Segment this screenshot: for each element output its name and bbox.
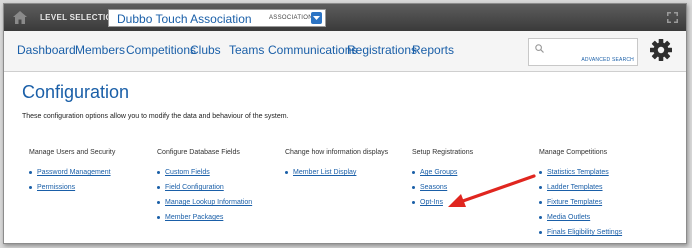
level-type-label: ASSOCIATION	[269, 15, 313, 21]
section-competitions: Manage Competitions Statistics Templates…	[539, 149, 622, 243]
nav-dashboard[interactable]: Dashboard	[17, 43, 76, 57]
chevron-down-icon	[313, 16, 320, 20]
config-link[interactable]: Media Outlets	[539, 214, 622, 229]
nav-teams[interactable]: Teams	[229, 43, 264, 57]
nav-reports[interactable]: Reports	[412, 43, 454, 57]
section-heading: Change how information displays	[285, 149, 389, 156]
section-heading: Setup Registrations	[412, 149, 474, 156]
config-link[interactable]: Field Configuration	[157, 184, 252, 199]
section-users-security: Manage Users and Security Password Manag…	[29, 149, 115, 199]
section-information-display: Change how information displays Member L…	[285, 149, 388, 184]
level-selector-value: Dubbo Touch Association	[117, 12, 252, 26]
config-link[interactable]: Manage Lookup Information	[157, 199, 252, 214]
config-link[interactable]: Ladder Templates	[539, 184, 622, 199]
nav-members[interactable]: Members	[75, 43, 125, 57]
config-link[interactable]: Member List Display	[285, 169, 388, 184]
search-input[interactable]: ADVANCED SEARCH	[528, 38, 638, 66]
expand-icon[interactable]	[667, 12, 678, 23]
home-icon[interactable]	[13, 11, 27, 24]
search-icon	[535, 44, 544, 53]
red-arrow-icon	[448, 174, 536, 207]
app-window: LEVEL SELECTION Dubbo Touch Association …	[3, 3, 687, 244]
config-link[interactable]: Member Packages	[157, 214, 252, 229]
config-link[interactable]: Custom Fields	[157, 169, 252, 184]
section-heading: Manage Users and Security	[29, 149, 116, 156]
level-selector[interactable]: Dubbo Touch Association ASSOCIATION	[108, 9, 326, 27]
section-database-fields: Configure Database Fields Custom Fields …	[157, 149, 252, 229]
advanced-search-link[interactable]: ADVANCED SEARCH	[581, 57, 634, 63]
level-selection-bar: LEVEL SELECTION Dubbo Touch Association …	[4, 4, 686, 31]
level-dropdown-button[interactable]	[311, 12, 322, 24]
config-link[interactable]: Statistics Templates	[539, 169, 622, 184]
page-title: Configuration	[22, 82, 130, 102]
nav-communications[interactable]: Communications	[268, 43, 357, 57]
config-link[interactable]: Permissions	[29, 184, 115, 199]
gear-icon[interactable]	[650, 39, 672, 61]
nav-registrations[interactable]: Registrations	[347, 43, 417, 57]
config-link[interactable]: Finals Eligibility Settings	[539, 229, 622, 243]
config-link[interactable]: Password Management	[29, 169, 115, 184]
level-selection-label: LEVEL SELECTION	[40, 13, 119, 22]
section-heading: Manage Competitions	[539, 149, 608, 156]
main-nav: Dashboard Members Competitions Clubs Tea…	[4, 31, 686, 72]
section-heading: Configure Database Fields	[157, 149, 240, 156]
nav-clubs[interactable]: Clubs	[190, 43, 221, 57]
nav-competitions[interactable]: Competitions	[126, 43, 196, 57]
config-link[interactable]: Fixture Templates	[539, 199, 622, 214]
page-description: These configuration options allow you to…	[22, 113, 289, 120]
